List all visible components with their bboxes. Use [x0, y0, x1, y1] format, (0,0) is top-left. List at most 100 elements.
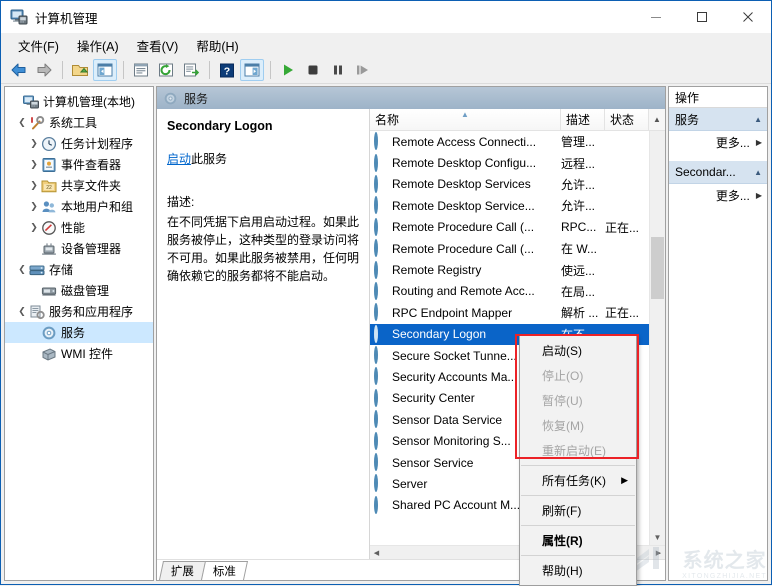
context-menu-item-start[interactable]: 启动(S)	[520, 338, 636, 363]
tree-item-label: 服务	[61, 326, 86, 340]
stop-service-icon[interactable]	[301, 59, 325, 81]
service-gear-icon	[374, 431, 389, 450]
scroll-up-arrow-icon[interactable]: ▲	[649, 109, 665, 130]
table-row[interactable]: Remote Access Connecti... 管理...	[370, 131, 649, 152]
tree-item-disk-management[interactable]: 磁盘管理	[5, 280, 153, 301]
service-description: 允许...	[561, 177, 596, 192]
tree-item-event-viewer[interactable]: ❯ 事件查看器	[5, 154, 153, 175]
pause-service-icon[interactable]	[326, 59, 350, 81]
service-name: Remote Desktop Service...	[392, 198, 535, 213]
service-description: 管理...	[561, 135, 596, 150]
tree-twisty-collapsed[interactable]: ❯	[27, 201, 41, 212]
tree-item-task-scheduler[interactable]: ❯ 任务计划程序	[5, 133, 153, 154]
start-service-suffix: 此服务	[191, 152, 228, 167]
tree-item-label: 存储	[49, 263, 74, 277]
description-text: 在不同凭据下启用启动过程。如果此服务被停止，这种类型的登录访问将不可用。如果此服…	[167, 214, 360, 283]
close-button[interactable]	[725, 1, 771, 33]
service-name: Remote Procedure Call (...	[392, 220, 535, 235]
console-tree-pane[interactable]: 计算机管理(本地) ❮ 系统工具 ❯ 任务计划程序 ❯ 事件查看器 ❯ 22 共…	[4, 86, 154, 581]
menu-view[interactable]: 查看(V)	[128, 34, 188, 57]
service-gear-icon	[374, 346, 389, 365]
svg-text:?: ?	[224, 65, 230, 77]
actions-item-more-services[interactable]: 更多... ▶	[669, 131, 767, 153]
context-menu-item-properties[interactable]: 属性(R)	[520, 528, 636, 553]
menu-help[interactable]: 帮助(H)	[187, 34, 247, 57]
tree-item-label: 事件查看器	[61, 158, 122, 172]
tree-twisty-collapsed[interactable]: ❯	[27, 159, 41, 170]
help-icon[interactable]: ?	[215, 59, 239, 81]
properties-icon[interactable]	[129, 59, 153, 81]
tab-standard[interactable]: 标准	[200, 561, 249, 580]
scrollbar-thumb[interactable]	[651, 237, 664, 299]
table-row[interactable]: Routing and Remote Acc... 在局...	[370, 281, 649, 302]
column-header-description[interactable]: 描述	[561, 109, 605, 130]
chevron-up-icon[interactable]: ▲	[754, 168, 762, 177]
actions-item-more-secondary-logon[interactable]: 更多... ▶	[669, 184, 767, 206]
actions-group-services[interactable]: 服务 ▲	[669, 108, 767, 131]
actions-item-label: 更多...	[715, 135, 750, 150]
chevron-up-icon[interactable]: ▲	[754, 115, 762, 124]
table-row[interactable]: Remote Desktop Service... 允许...	[370, 195, 649, 216]
tree-item-computer-management[interactable]: 计算机管理(本地)	[5, 91, 153, 112]
tree-item-services-and-applications[interactable]: ❮ 服务和应用程序	[5, 301, 153, 322]
minimize-button[interactable]	[633, 1, 679, 33]
tree-twisty-expanded[interactable]: ❮	[15, 117, 29, 128]
context-menu-item-refresh[interactable]: 刷新(F)	[520, 498, 636, 523]
menu-action[interactable]: 操作(A)	[68, 34, 128, 57]
context-menu-item-help[interactable]: 帮助(H)	[520, 558, 636, 583]
tab-label: 标准	[212, 566, 236, 578]
forward-icon[interactable]	[32, 59, 56, 81]
chevron-right-icon: ▶	[755, 137, 762, 147]
back-icon[interactable]	[7, 59, 31, 81]
context-menu-item-label: 帮助(H)	[542, 564, 583, 578]
services-list-scrollbar[interactable]: ▼	[649, 131, 665, 545]
actions-group-secondary-logon[interactable]: Secondar... ▲	[669, 161, 767, 184]
window-title: 计算机管理	[35, 11, 98, 26]
tree-twisty-expanded[interactable]: ❮	[15, 264, 29, 275]
tree-item-storage[interactable]: ❮ 存储	[5, 259, 153, 280]
toolbar-separator	[270, 61, 271, 79]
service-description: 在局...	[561, 284, 596, 299]
service-context-menu[interactable]: 启动(S) 停止(O) 暂停(U) 恢复(M) 重新启动(E) 所有任务(K) …	[519, 335, 637, 586]
refresh-icon[interactable]	[154, 59, 178, 81]
table-row[interactable]: Remote Registry 使远...	[370, 259, 649, 280]
computer-management-window: 计算机管理 文件(F) 操作(A) 查看(V) 帮助(H) ? 计算机管理(本地…	[0, 0, 772, 586]
tree-item-wmi-control[interactable]: WMI 控件	[5, 343, 153, 364]
scroll-left-arrow-icon[interactable]: ◀	[370, 549, 383, 557]
context-menu-item-pause: 暂停(U)	[520, 388, 636, 413]
service-name: Remote Registry	[392, 263, 482, 278]
export-list-icon[interactable]	[179, 59, 203, 81]
show-hide-tree-icon[interactable]	[93, 59, 117, 81]
clock-icon	[41, 136, 57, 152]
tree-twisty-collapsed[interactable]: ❯	[27, 222, 41, 233]
menu-file[interactable]: 文件(F)	[9, 34, 68, 57]
column-header-name[interactable]: ▲ 名称	[370, 109, 561, 130]
table-row[interactable]: Remote Desktop Configu... 远程...	[370, 152, 649, 173]
tree-item-label: 任务计划程序	[61, 137, 134, 151]
service-gear-icon	[374, 281, 389, 300]
start-service-link[interactable]: 启动	[167, 152, 191, 166]
table-row[interactable]: Remote Procedure Call (... 在 W...	[370, 238, 649, 259]
table-row[interactable]: RPC Endpoint Mapper 解析 ... 正在...	[370, 302, 649, 323]
tree-item-shared-folders[interactable]: ❯ 22 共享文件夹	[5, 175, 153, 196]
column-header-status[interactable]: 状态	[605, 109, 649, 130]
tree-item-services[interactable]: 服务	[5, 322, 153, 343]
up-folder-icon[interactable]	[68, 59, 92, 81]
start-service-icon[interactable]	[276, 59, 300, 81]
tree-twisty-expanded[interactable]: ❮	[15, 306, 29, 317]
restart-service-icon[interactable]	[351, 59, 375, 81]
tree-item-performance[interactable]: ❯ 性能	[5, 217, 153, 238]
show-action-pane-icon[interactable]	[240, 59, 264, 81]
maximize-button[interactable]	[679, 1, 725, 33]
table-row[interactable]: Remote Procedure Call (... RPC... 正在...	[370, 217, 649, 238]
context-menu-item-all-tasks[interactable]: 所有任务(K) ▶	[520, 468, 636, 493]
table-row[interactable]: Remote Desktop Services 允许...	[370, 174, 649, 195]
tab-extended[interactable]: 扩展	[158, 561, 207, 580]
shared-folder-icon: 22	[41, 178, 57, 194]
tree-item-local-users-groups[interactable]: ❯ 本地用户和组	[5, 196, 153, 217]
tree-twisty-collapsed[interactable]: ❯	[27, 138, 41, 149]
context-menu-item-label: 启动(S)	[542, 344, 582, 358]
tree-item-system-tools[interactable]: ❮ 系统工具	[5, 112, 153, 133]
tree-twisty-collapsed[interactable]: ❯	[27, 180, 41, 191]
tree-item-device-manager[interactable]: 设备管理器	[5, 238, 153, 259]
